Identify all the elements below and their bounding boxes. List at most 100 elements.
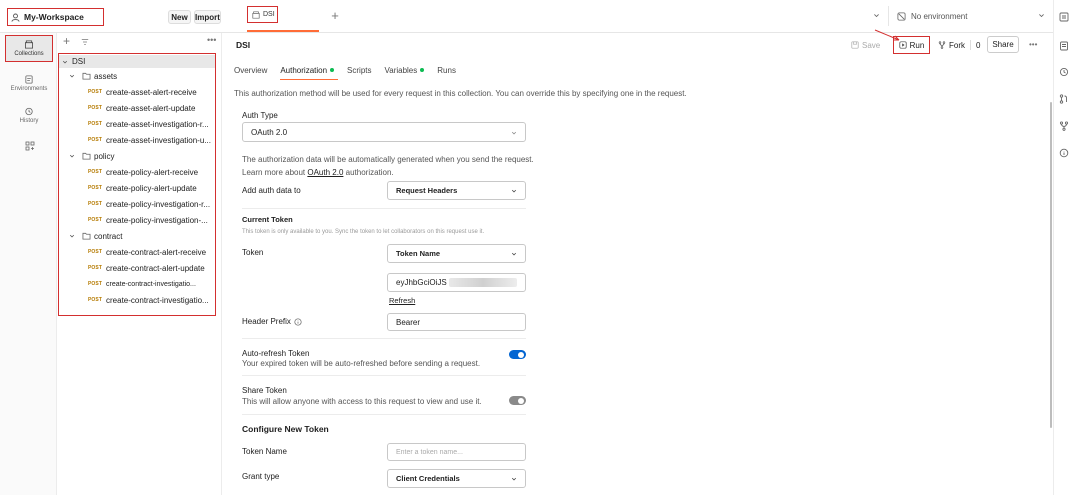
fork-label: Fork [949,40,965,50]
documentation-icon[interactable] [1059,41,1069,51]
import-button[interactable]: Import [194,10,221,24]
folder-label: policy [94,151,115,161]
no-environment-icon [897,11,906,21]
request-item[interactable]: POST create-policy-alert-receive [58,164,216,180]
changelog-icon[interactable] [1059,67,1069,77]
header-prefix-value: Bearer [396,317,421,327]
token-value-field[interactable]: eyJhbGciOiJS [387,273,526,292]
status-dot-green [420,68,425,72]
collection-root-dsi[interactable]: DSI [58,55,216,68]
apps-icon[interactable] [25,141,35,151]
request-item[interactable]: POST create-policy-investigation-r... [58,196,216,212]
request-label: create-policy-investigation-... [106,215,208,225]
request-item[interactable]: POST create-contract-investigatio... [58,292,216,308]
request-item[interactable]: POST create-contract-alert-update [58,260,216,276]
method-badge: POST [88,201,103,207]
share-button[interactable]: Share [987,36,1019,53]
method-badge: POST [88,169,103,175]
header-prefix-input[interactable]: Bearer [387,313,526,331]
right-rail [1050,0,1074,495]
toggle-knob [518,351,524,358]
more-options-icon[interactable]: ••• [207,35,216,45]
left-rail-collections[interactable]: Collections [5,35,53,62]
tab-authorization-underline [280,78,339,80]
method-badge: POST [88,121,103,127]
new-tab-button[interactable]: + [329,8,341,23]
request-item[interactable]: POST create-policy-investigation-... [58,212,216,228]
tab-dsi-label: DSI [263,11,275,18]
auth-type-select[interactable]: OAuth 2.0 [242,122,526,142]
divider [242,414,526,415]
left-rail-environments[interactable]: Environments [5,70,53,96]
folder-assets[interactable]: assets [58,68,216,84]
auto-refresh-toggle[interactable] [509,350,526,359]
folder-contract[interactable]: contract [58,228,216,244]
grant-type-select[interactable]: Client Credentials [387,469,526,488]
environments-icon [24,74,34,84]
user-icon [11,13,20,22]
chevron-down-icon [69,73,75,79]
oauth-link[interactable]: OAuth 2.0 [307,168,343,177]
request-item[interactable]: POST create-asset-investigation-r... [58,116,216,132]
history-icon [24,107,34,116]
environment-selector[interactable]: No environment [888,6,1050,26]
request-item[interactable]: POST create-asset-alert-receive [58,84,216,100]
grant-type-value: Client Credentials [396,474,460,483]
tab-runs[interactable]: Runs [437,62,456,78]
folder-icon [82,152,91,160]
pull-request-icon[interactable] [1059,94,1069,104]
run-button[interactable]: Run [893,36,930,54]
left-rail-collections-label: Collections [14,51,44,57]
refresh-link[interactable]: Refresh [389,296,415,305]
fork-icon-rail[interactable] [1059,121,1069,131]
header-prefix-label-group: Header Prefix [242,317,302,326]
request-label: create-asset-alert-update [106,103,196,113]
tab-active-underline [247,30,319,32]
token-name-input[interactable]: Enter a token name... [387,443,526,461]
request-label: create-policy-alert-update [106,183,197,193]
add-collection-icon[interactable]: + [63,34,70,48]
folder-policy[interactable]: policy [58,148,216,164]
request-item[interactable]: POST create-contract-investigatio... [58,276,216,292]
info-text: This authorization method will be used f… [234,89,687,98]
divider [242,375,526,376]
workspace-switcher[interactable]: My-Workspace [7,8,104,26]
request-item[interactable]: POST create-asset-alert-update [58,100,216,116]
auth-type-value: OAuth 2.0 [251,127,288,137]
divider [242,338,526,339]
environment-chevron-down-icon [1038,12,1045,19]
add-auth-value: Request Headers [396,186,458,195]
token-name-select[interactable]: Token Name [387,244,526,263]
info-icon[interactable] [1059,148,1069,158]
share-token-desc: This will allow anyone with access to th… [242,397,482,406]
main-panel: DSI Save Run Fork 0 Share ••• Overview A… [223,29,1053,495]
method-badge: POST [88,249,103,255]
tab-overview[interactable]: Overview [234,62,267,78]
request-item[interactable]: POST create-contract-alert-receive [58,244,216,260]
environment-quicklook-icon[interactable] [1059,12,1069,22]
status-dot-green [330,68,335,72]
play-icon [899,41,907,49]
divider [242,208,526,209]
request-item[interactable]: POST create-policy-alert-update [58,180,216,196]
header-more-icon[interactable]: ••• [1029,40,1037,49]
filter-icon[interactable] [81,38,89,46]
collection-tree: DSI assets POST create-asset-alert-receiv… [58,53,216,316]
request-label: create-contract-investigatio... [106,295,209,305]
share-token-toggle[interactable] [509,396,526,405]
current-token-heading: Current Token [242,215,293,224]
auth-type-label: Auth Type [242,111,278,120]
chevron-down-icon [511,188,517,194]
new-button[interactable]: New [168,10,191,24]
tab-authorization[interactable]: Authorization [280,62,339,80]
request-item[interactable]: POST create-asset-investigation-u... [58,132,216,148]
add-auth-select[interactable]: Request Headers [387,181,526,200]
fork-button[interactable]: Fork 0 [938,38,980,52]
token-name-placeholder: Enter a token name... [396,448,463,456]
tabs-chevron-down-icon[interactable] [873,12,880,19]
tab-variables[interactable]: Variables [385,62,425,78]
tab-scripts[interactable]: Scripts [347,62,371,78]
tab-dsi[interactable]: DSI [243,0,319,33]
info-icon[interactable] [294,317,302,326]
left-rail-history[interactable]: History [5,102,53,128]
